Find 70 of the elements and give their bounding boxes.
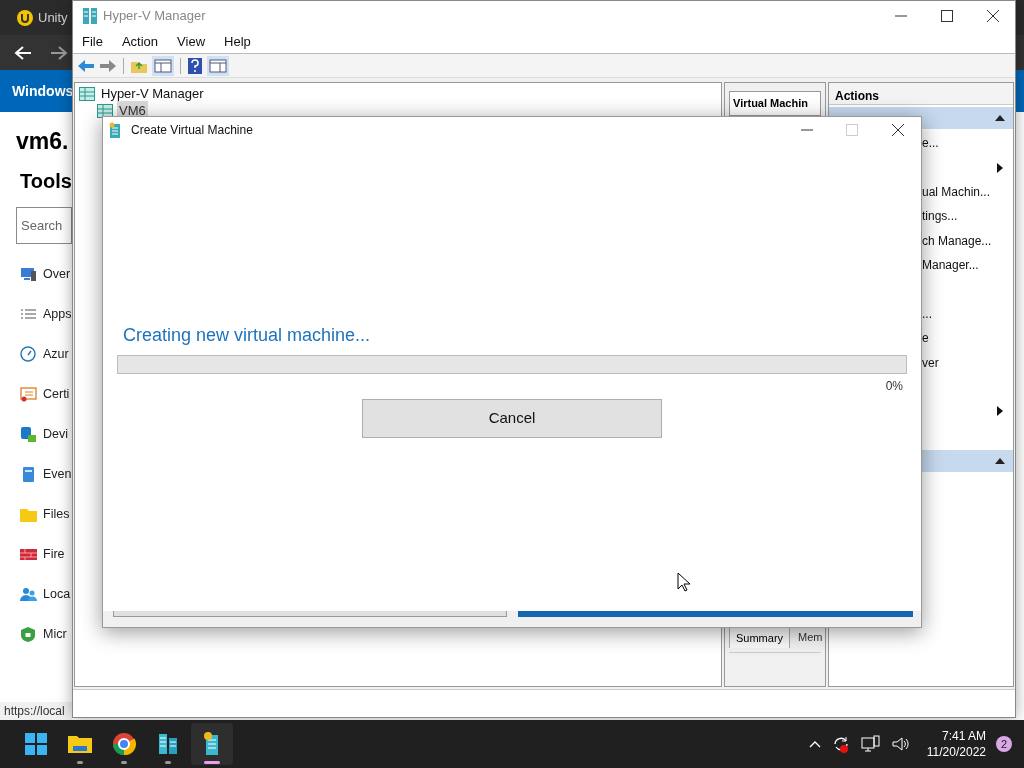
tool-item[interactable]: Devi [43, 424, 68, 444]
search-field[interactable]: Search [16, 207, 72, 244]
close-icon[interactable] [892, 123, 904, 136]
volume-icon[interactable] [890, 735, 911, 753]
server-name: vm6. [16, 127, 69, 154]
shield-icon [20, 625, 37, 643]
server-icon [79, 86, 95, 101]
menu-item[interactable]: File [82, 32, 103, 52]
pane-command[interactable]: ual Machin... [922, 182, 991, 201]
cancel-button[interactable]: Cancel [362, 399, 662, 438]
progress-percent: 0% [885, 378, 903, 395]
tool-item[interactable]: Azur [43, 344, 69, 364]
browser-tab[interactable]: Unity [38, 7, 68, 28]
gauge-icon [20, 345, 37, 363]
collapse-icon[interactable] [995, 115, 1005, 121]
unity-logo-icon [16, 8, 34, 27]
tool-item[interactable]: Over [43, 264, 71, 284]
network-icon[interactable] [860, 735, 881, 753]
pane-command[interactable]: e... [922, 134, 939, 153]
maximize-icon[interactable] [941, 10, 953, 22]
mouse-cursor-icon [677, 572, 691, 592]
pane-command[interactable]: ch Manage... [922, 231, 992, 250]
close-icon[interactable] [987, 10, 999, 22]
tools-heading: Tools [20, 169, 72, 192]
console-tree-icon[interactable] [152, 55, 174, 76]
tab[interactable]: Mem [792, 624, 829, 648]
clock-date[interactable]: 11/20/2022 [926, 744, 986, 760]
wizard-taskbar-button[interactable] [191, 723, 233, 765]
collapse-icon[interactable] [995, 458, 1005, 465]
server-icon [97, 103, 113, 118]
pane-command[interactable]: tings... [922, 207, 958, 226]
app-banner-title: Windows [12, 81, 74, 101]
submenu-arrow-icon[interactable] [997, 406, 1003, 417]
pane-command[interactable]: e [922, 329, 929, 348]
monitor-icon [20, 265, 37, 283]
pane-command[interactable]: ver [922, 353, 939, 372]
submenu-arrow-icon[interactable] [997, 162, 1003, 173]
tool-item[interactable]: Apps [43, 304, 72, 324]
dialog-title: Create Virtual Machine [131, 121, 253, 139]
chevron-up-icon[interactable] [808, 740, 821, 748]
tool-item[interactable]: Fire [43, 544, 65, 564]
tool-item[interactable]: Certi [43, 384, 70, 404]
panel-header: Virtual Machin [729, 91, 821, 116]
menu-item[interactable]: Help [224, 32, 251, 52]
tool-item[interactable]: Even [43, 464, 72, 484]
forward-icon[interactable] [99, 58, 117, 73]
clock-time[interactable]: 7:41 AM [941, 728, 986, 744]
actions-title: Actions [829, 83, 1013, 105]
tool-item[interactable]: Micr [43, 624, 67, 644]
tool-item[interactable]: Loca [43, 584, 71, 604]
hyper-v-icon [83, 8, 97, 24]
book-icon [20, 465, 37, 483]
tool-item[interactable]: Files [43, 504, 70, 524]
status-message: Creating new virtual machine... [122, 324, 372, 346]
maximize-icon [846, 123, 858, 136]
window-title: Hyper-V Manager [103, 7, 206, 26]
menu-item[interactable]: View [177, 32, 206, 52]
forward-icon[interactable] [50, 44, 68, 61]
certificate-icon [20, 385, 37, 403]
pane-command[interactable]: ... [922, 304, 932, 323]
devices-icon [20, 425, 37, 443]
help-icon[interactable] [187, 56, 203, 75]
notification-badge[interactable]: 2 [996, 736, 1012, 752]
status-url: https://local [0, 702, 72, 720]
menu-item[interactable]: Action [121, 32, 159, 52]
pane-command[interactable]: Manager... [922, 256, 979, 275]
users-icon [20, 585, 37, 603]
new-vm-icon [109, 121, 121, 138]
back-icon[interactable] [14, 44, 32, 61]
action-pane-icon[interactable] [207, 55, 229, 76]
